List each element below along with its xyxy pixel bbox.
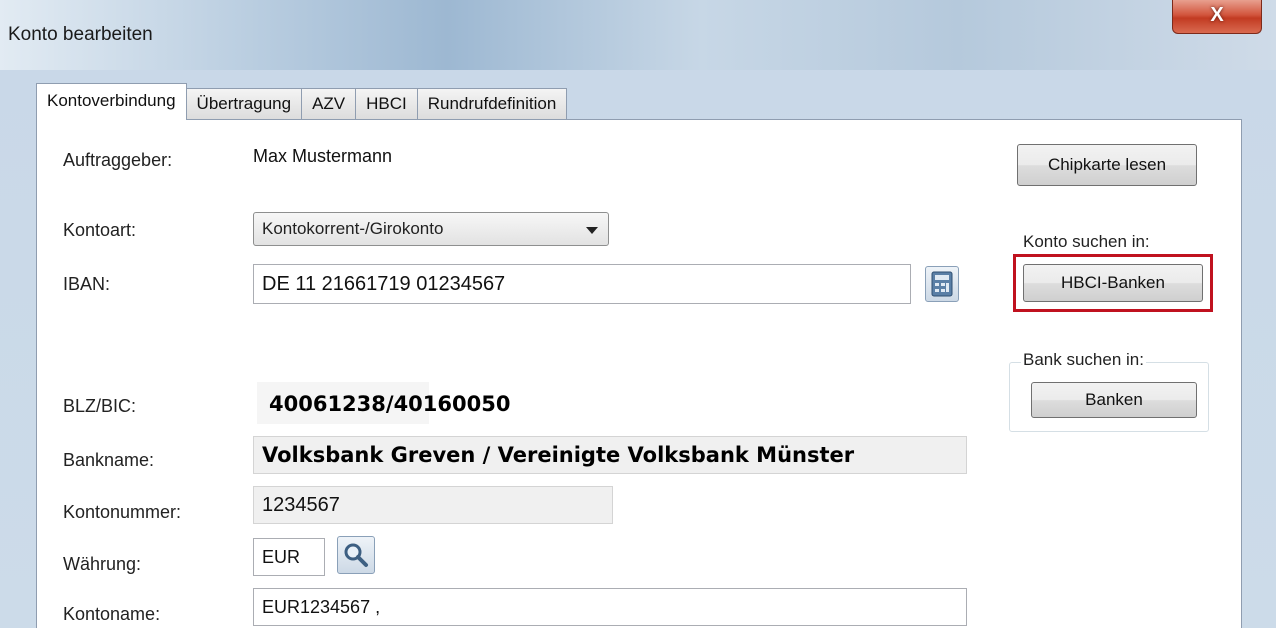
bankname-label: Bankname:	[63, 450, 155, 470]
title-bar[interactable]: Konto bearbeiten X	[0, 0, 1276, 70]
iban-label: IBAN:	[63, 274, 111, 294]
waehrung-input[interactable]: EUR	[253, 538, 325, 576]
kontoart-label: Kontoart:	[63, 220, 137, 240]
banken-button[interactable]: Banken	[1031, 382, 1197, 418]
iban-input[interactable]: DE 11 21661719 01234567	[253, 264, 911, 304]
window-title: Konto bearbeiten	[8, 24, 153, 45]
close-button[interactable]: X	[1172, 0, 1262, 34]
bank-suchen-label: Bank suchen in:	[1021, 350, 1146, 370]
hbci-banken-button[interactable]: HBCI-Banken	[1023, 264, 1203, 302]
dialog-window: Konto bearbeiten X Kontoverbindung Übert…	[0, 0, 1276, 628]
konto-suchen-label: Konto suchen in:	[1021, 232, 1152, 252]
tab-azv[interactable]: AZV	[301, 88, 357, 120]
tab-uebertragung[interactable]: Übertragung	[185, 88, 303, 120]
tab-panel-kontoverbindung: Auftraggeber: Max Mustermann Kontoart: K…	[36, 119, 1242, 628]
tab-bar: Kontoverbindung Übertragung AZV HBCI Run…	[36, 83, 568, 120]
kontoart-select[interactable]: Kontokorrent-/Girokonto	[253, 212, 609, 246]
chevron-down-icon	[586, 227, 598, 234]
blz-bic-value: 40061238/40160050	[269, 392, 511, 416]
blz-bic-label: BLZ/BIC:	[63, 396, 137, 416]
auftraggeber-label: Auftraggeber:	[63, 150, 173, 170]
iban-calculator-button[interactable]	[925, 266, 959, 302]
chipkarte-lesen-button[interactable]: Chipkarte lesen	[1017, 144, 1197, 186]
auftraggeber-value: Max Mustermann	[253, 146, 393, 166]
kontonummer-label: Kontonummer:	[63, 502, 182, 522]
kontoart-selected-value: Kontokorrent-/Girokonto	[262, 219, 444, 238]
bankname-field: Volksbank Greven / Vereinigte Volksbank …	[253, 436, 967, 474]
tab-kontoverbindung[interactable]: Kontoverbindung	[36, 83, 187, 120]
tab-hbci[interactable]: HBCI	[355, 88, 418, 120]
currency-search-button[interactable]	[337, 536, 375, 574]
tab-rundrufdefinition[interactable]: Rundrufdefinition	[416, 88, 568, 120]
waehrung-label: Währung:	[63, 554, 142, 574]
kontonummer-field: 1234567	[253, 486, 613, 524]
magnifier-icon	[344, 543, 368, 567]
kontoname-label: Kontoname:	[63, 604, 161, 624]
kontoname-input[interactable]: EUR1234567 ,	[253, 588, 967, 626]
calculator-icon	[931, 271, 953, 297]
